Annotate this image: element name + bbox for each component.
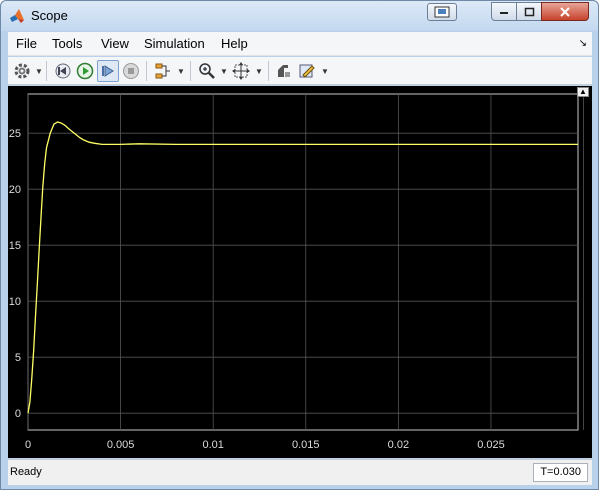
undock-button[interactable] bbox=[427, 3, 457, 21]
window-title: Scope bbox=[31, 8, 68, 23]
status-text: Ready bbox=[10, 466, 42, 478]
y-tick-label: 25 bbox=[9, 128, 21, 140]
minimize-button[interactable] bbox=[491, 2, 517, 21]
simulation-time: T=0.030 bbox=[533, 463, 588, 482]
tick-labels: 0 0.005 0.01 0.015 0.02 0.025 0 5 10 15 20 25 bbox=[9, 128, 505, 451]
run-button[interactable] bbox=[74, 60, 96, 82]
menu-overflow-icon[interactable]: ↘ bbox=[579, 38, 587, 49]
step-forward-button[interactable] bbox=[97, 60, 119, 82]
collapse-axes-button[interactable]: ▲ bbox=[577, 87, 589, 97]
x-tick-label: 0.02 bbox=[388, 439, 409, 451]
toolbar-separator bbox=[190, 61, 191, 81]
close-button[interactable] bbox=[541, 2, 589, 21]
signal-select-dropdown-icon[interactable]: ▼ bbox=[177, 67, 185, 76]
toolbar-separator bbox=[146, 61, 147, 81]
close-icon bbox=[560, 6, 570, 17]
menu-tools[interactable]: Tools bbox=[52, 36, 82, 51]
toolbar-separator bbox=[46, 61, 47, 81]
maximize-button[interactable] bbox=[516, 2, 542, 21]
menu-bar: File Tools View Simulation Help ↘ bbox=[8, 32, 592, 56]
settings-button[interactable] bbox=[11, 60, 33, 82]
minimize-icon bbox=[500, 11, 508, 14]
gear-icon bbox=[14, 63, 30, 79]
scope-window: Scope File Tools View Simulation Help ↘ bbox=[0, 0, 599, 490]
style-icon bbox=[278, 65, 290, 77]
step-forward-icon bbox=[102, 65, 114, 77]
fit-to-view-button[interactable] bbox=[230, 60, 252, 82]
step-back-icon bbox=[55, 63, 71, 79]
fit-icon bbox=[232, 62, 250, 80]
menu-simulation[interactable]: Simulation bbox=[144, 36, 205, 51]
status-bar: Ready T=0.030 bbox=[8, 459, 592, 485]
y-tick-label: 15 bbox=[9, 240, 21, 252]
x-tick-label: 0.025 bbox=[477, 439, 505, 451]
y-tick-label: 20 bbox=[9, 184, 21, 196]
toolbar-separator bbox=[268, 61, 269, 81]
stop-icon bbox=[123, 63, 139, 79]
step-back-button[interactable] bbox=[52, 60, 74, 82]
style-button[interactable] bbox=[273, 60, 295, 82]
maximize-icon bbox=[524, 7, 534, 16]
undock-icon bbox=[434, 6, 450, 18]
highlight-dropdown-icon[interactable]: ▼ bbox=[321, 67, 329, 76]
x-tick-label: 0.005 bbox=[107, 439, 135, 451]
highlight-icon bbox=[299, 64, 315, 78]
settings-dropdown-icon[interactable]: ▼ bbox=[35, 67, 43, 76]
y-tick-label: 0 bbox=[15, 408, 21, 420]
zoom-dropdown-icon[interactable]: ▼ bbox=[220, 67, 228, 76]
stop-button[interactable] bbox=[120, 60, 142, 82]
menu-help[interactable]: Help bbox=[221, 36, 248, 51]
y-tick-label: 5 bbox=[15, 352, 21, 364]
signal-select-icon bbox=[155, 63, 170, 79]
scope-chart[interactable]: 0 0.005 0.01 0.015 0.02 0.025 0 5 10 15 20 25 bbox=[1, 86, 599, 458]
signal-line bbox=[27, 121, 578, 414]
menu-file[interactable]: File bbox=[16, 36, 37, 51]
menu-view[interactable]: View bbox=[101, 36, 129, 51]
zoom-icon bbox=[199, 63, 215, 79]
toolbar: ▼ ▼ ▼ ▼ ▼ bbox=[8, 57, 592, 85]
x-tick-label: 0 bbox=[25, 439, 31, 451]
highlight-button[interactable] bbox=[296, 60, 318, 82]
matlab-logo-icon bbox=[10, 9, 24, 23]
signal-select-button[interactable] bbox=[152, 60, 174, 82]
title-bar[interactable]: Scope bbox=[1, 1, 598, 31]
run-icon bbox=[76, 62, 94, 80]
zoom-button[interactable] bbox=[196, 60, 218, 82]
fit-dropdown-icon[interactable]: ▼ bbox=[255, 67, 263, 76]
x-tick-label: 0.015 bbox=[292, 439, 320, 451]
y-tick-label: 10 bbox=[9, 296, 21, 308]
x-tick-label: 0.01 bbox=[202, 439, 223, 451]
